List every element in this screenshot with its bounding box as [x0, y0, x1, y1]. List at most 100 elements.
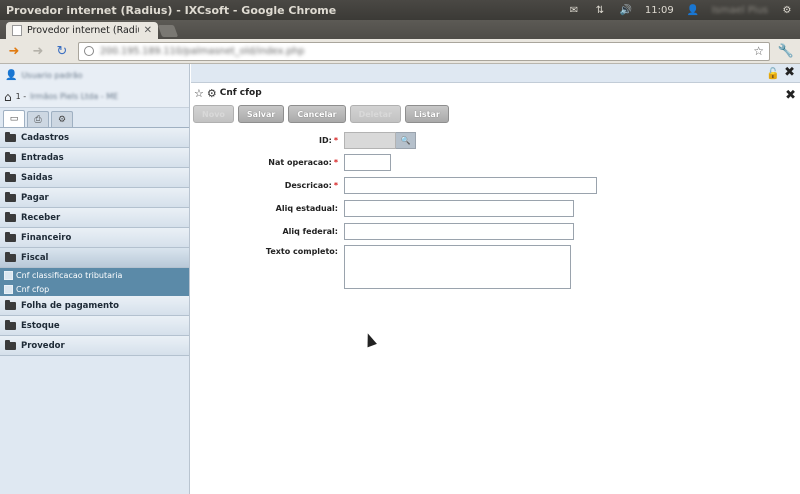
- field-row-id: ID: * 🔍: [191, 132, 416, 149]
- forward-arrow-icon[interactable]: ➜: [30, 43, 46, 59]
- back-arrow-icon[interactable]: ➜: [6, 43, 22, 59]
- tab-printer-icon[interactable]: ⎙: [27, 111, 49, 127]
- submenu-item-cnf-cfop[interactable]: Cnf cfop: [0, 282, 189, 296]
- session-username[interactable]: Ismael Pius: [712, 5, 768, 16]
- main-panel: 🔓 ✖ ☆ ⚙ Cnf cfop ✖ Novo Salvar Cancelar …: [191, 64, 800, 494]
- tab-gear-icon[interactable]: ⚙: [51, 111, 73, 127]
- descricao-field[interactable]: [344, 177, 597, 194]
- app-area: 👤 Usuario padrão ⌂ 1 - Irmãos Piels Ltda…: [0, 64, 800, 494]
- form-title: Cnf cfop: [219, 88, 262, 98]
- sidebar-item-folha-de-pagamento[interactable]: Folha de pagamento: [0, 296, 189, 316]
- unlock-icon[interactable]: 🔓: [766, 67, 780, 80]
- browser-tab[interactable]: Provedor internet (Radius ✕: [6, 22, 158, 39]
- sidebar-item-entradas[interactable]: Entradas: [0, 148, 189, 168]
- sidebar-item-provedor[interactable]: Provedor: [0, 336, 189, 356]
- folder-icon: [5, 251, 16, 262]
- window-title: Provedor internet (Radius) - IXCsoft - G…: [6, 3, 337, 17]
- folder-icon: [5, 339, 16, 350]
- browser-toolbar: ➜ ➜ ↻ 200.195.189.110/palmasnet_old/inde…: [0, 39, 800, 64]
- nat-operacao-label: Nat operacao: *: [191, 158, 344, 167]
- aliq-estadual-label: Aliq estadual:: [275, 204, 338, 213]
- sidebar-item-cadastros[interactable]: Cadastros: [0, 128, 189, 148]
- close-all-icon[interactable]: ✖: [784, 65, 795, 80]
- deletar-button[interactable]: Deletar: [349, 105, 401, 123]
- texto-completo-textarea[interactable]: [344, 245, 571, 289]
- address-bar[interactable]: 200.195.189.110/palmasnet_old/index.php …: [78, 41, 770, 61]
- novo-button[interactable]: Novo: [193, 105, 234, 123]
- sidebar-item-label: Fiscal: [21, 252, 49, 263]
- search-lookup-icon[interactable]: 🔍: [396, 132, 416, 149]
- folder-icon: [5, 191, 16, 202]
- sidebar-item-estoque[interactable]: Estoque: [0, 316, 189, 336]
- wrench-menu-icon[interactable]: 🔧: [778, 43, 794, 59]
- new-tab-button[interactable]: [157, 25, 179, 37]
- sidebar-company[interactable]: ⌂ 1 - Irmãos Piels Ltda - ME: [0, 86, 189, 108]
- browser-tab-title: Provedor internet (Radius: [27, 25, 139, 36]
- sidebar-item-pagar[interactable]: Pagar: [0, 188, 189, 208]
- settings-gear-icon[interactable]: ⚙: [780, 4, 794, 16]
- nat-operacao-label-text: Nat operacao:: [268, 158, 332, 167]
- close-tab-icon[interactable]: ✕: [144, 25, 152, 36]
- main-top-strip: 🔓 ✖: [191, 64, 800, 83]
- close-form-icon[interactable]: ✖: [785, 88, 796, 103]
- sidebar-menu: Cadastros Entradas Saidas Pagar Receber …: [0, 128, 189, 356]
- folder-icon: [5, 131, 16, 142]
- network-icon[interactable]: ⇅: [593, 4, 607, 16]
- sidebar-item-financeiro[interactable]: Financeiro: [0, 228, 189, 248]
- sidebar: 👤 Usuario padrão ⌂ 1 - Irmãos Piels Ltda…: [0, 64, 190, 494]
- system-tray: ✉ ⇅ 🔊 11:09 👤 Ismael Pius ⚙: [567, 4, 800, 16]
- reload-icon[interactable]: ↻: [54, 43, 70, 59]
- folder-icon: [5, 231, 16, 242]
- folder-icon: [5, 319, 16, 330]
- sidebar-item-label: Pagar: [21, 192, 49, 203]
- id-label-text: ID:: [318, 136, 332, 145]
- folder-icon: [5, 299, 16, 310]
- form-header: ☆ ⚙ Cnf cfop: [191, 83, 800, 103]
- tab-window-icon[interactable]: ▭: [3, 110, 25, 127]
- aliq-federal-field[interactable]: [344, 223, 574, 240]
- folder-icon: [5, 151, 16, 162]
- aliq-estadual-field[interactable]: [344, 200, 574, 217]
- fiscal-submenu: Cnf classificacao tributaria Cnf cfop: [0, 268, 189, 296]
- document-icon: [4, 270, 13, 280]
- mail-icon[interactable]: ✉: [567, 4, 581, 16]
- nat-operacao-field[interactable]: [344, 154, 391, 171]
- required-marker: *: [333, 136, 338, 145]
- aliq-federal-label: Aliq federal:: [282, 227, 338, 236]
- id-label: ID: *: [191, 136, 344, 145]
- folder-icon: [5, 211, 16, 222]
- bookmark-star-icon[interactable]: ☆: [753, 44, 764, 58]
- required-marker: *: [333, 158, 338, 167]
- sidebar-item-label: Entradas: [21, 152, 64, 163]
- favorite-star-icon[interactable]: ☆: [194, 87, 204, 100]
- sidebar-user-name: Usuario padrão: [21, 70, 83, 80]
- url-text[interactable]: 200.195.189.110/palmasnet_old/index.php: [100, 46, 747, 57]
- id-field: [344, 132, 396, 149]
- form-settings-icon[interactable]: ⚙: [207, 87, 217, 100]
- salvar-button[interactable]: Salvar: [237, 105, 285, 123]
- required-marker: *: [333, 181, 338, 190]
- sidebar-item-saidas[interactable]: Saidas: [0, 168, 189, 188]
- submenu-item-cnf-classificacao-tributaria[interactable]: Cnf classificacao tributaria: [0, 268, 189, 282]
- field-row-nat-operacao: Nat operacao: *: [191, 154, 391, 171]
- descricao-label: Descricao: *: [191, 181, 344, 190]
- submenu-item-label: Cnf cfop: [16, 284, 50, 294]
- sidebar-item-label: Estoque: [21, 320, 60, 331]
- texto-completo-label: Texto completo:: [265, 247, 338, 256]
- listar-button[interactable]: Listar: [405, 105, 449, 123]
- browser-tab-strip: Provedor internet (Radius ✕: [0, 20, 800, 39]
- user-icon: 👤: [686, 4, 699, 16]
- sidebar-item-label: Saidas: [21, 172, 53, 183]
- field-row-aliq-estadual: Aliq estadual:: [191, 200, 574, 217]
- sidebar-item-receber[interactable]: Receber: [0, 208, 189, 228]
- home-icon: ⌂: [4, 89, 12, 104]
- clock[interactable]: 11:09: [645, 5, 674, 16]
- submenu-item-label: Cnf classificacao tributaria: [16, 270, 123, 280]
- sidebar-item-label: Cadastros: [21, 132, 70, 143]
- volume-icon[interactable]: 🔊: [619, 4, 633, 16]
- user-icon: 👤: [5, 69, 18, 81]
- sidebar-item-fiscal[interactable]: Fiscal: [0, 248, 189, 268]
- cancelar-button[interactable]: Cancelar: [288, 105, 346, 123]
- globe-icon: [84, 46, 94, 56]
- sidebar-item-label: Folha de pagamento: [21, 300, 119, 311]
